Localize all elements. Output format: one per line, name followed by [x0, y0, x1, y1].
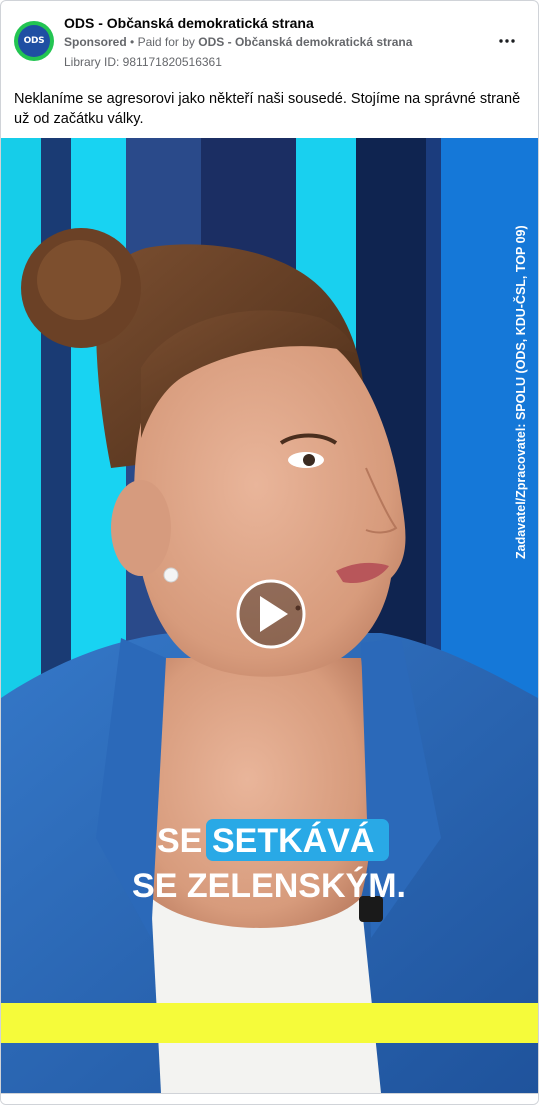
more-options-icon[interactable] [495, 29, 519, 53]
page-avatar[interactable]: ODS [14, 21, 54, 61]
paid-for-by-link[interactable]: ODS - Občanská demokratická strana [198, 35, 412, 49]
page-name-link[interactable]: ODS - Občanská demokratická strana [64, 15, 314, 31]
ellipsis-glyph [499, 39, 515, 43]
caption-word-setkava: SETKÁVÁ [212, 822, 374, 860]
studio-light-panel [41, 138, 71, 698]
post-header: ODS ODS - Občanská demokratická strana S… [1, 1, 538, 81]
yellow-banner [1, 1003, 538, 1043]
library-id: Library ID: 981171820516361 [64, 55, 222, 69]
card-footer [1, 1093, 538, 1104]
sponsored-label: Sponsored [64, 35, 127, 49]
sponsor-disclaimer-vertical: Zadavatel/Zpracovatel: SPOLU (ODS, KDU-Č… [513, 225, 528, 559]
play-icon[interactable] [236, 579, 306, 649]
studio-light-panel [1, 138, 41, 698]
studio-light-panel [426, 138, 441, 698]
ear [111, 480, 171, 576]
pearl-earring [163, 567, 179, 583]
ods-logo: ODS [18, 25, 50, 57]
ad-body-text: Neklaníme se agresorovi jako někteří naš… [14, 91, 521, 127]
eye-pupil [303, 454, 315, 466]
ad-card: ODS ODS - Občanská demokratická strana S… [0, 0, 539, 1105]
caption-line-2: SE ZELENSKÝM. [132, 867, 406, 905]
sponsored-line: Sponsored • Paid for by ODS - Občanská d… [64, 35, 412, 49]
caption-word-se: SE [157, 822, 202, 860]
video-player[interactable]: Zadavatel/Zpracovatel: SPOLU (ODS, KDU-Č… [1, 138, 538, 1093]
video-frame: Zadavatel/Zpracovatel: SPOLU (ODS, KDU-Č… [1, 138, 538, 1093]
meta-separator: • [130, 35, 135, 49]
paid-for-prefix: Paid for by [137, 35, 195, 49]
hair-bun-highlight [37, 240, 121, 320]
